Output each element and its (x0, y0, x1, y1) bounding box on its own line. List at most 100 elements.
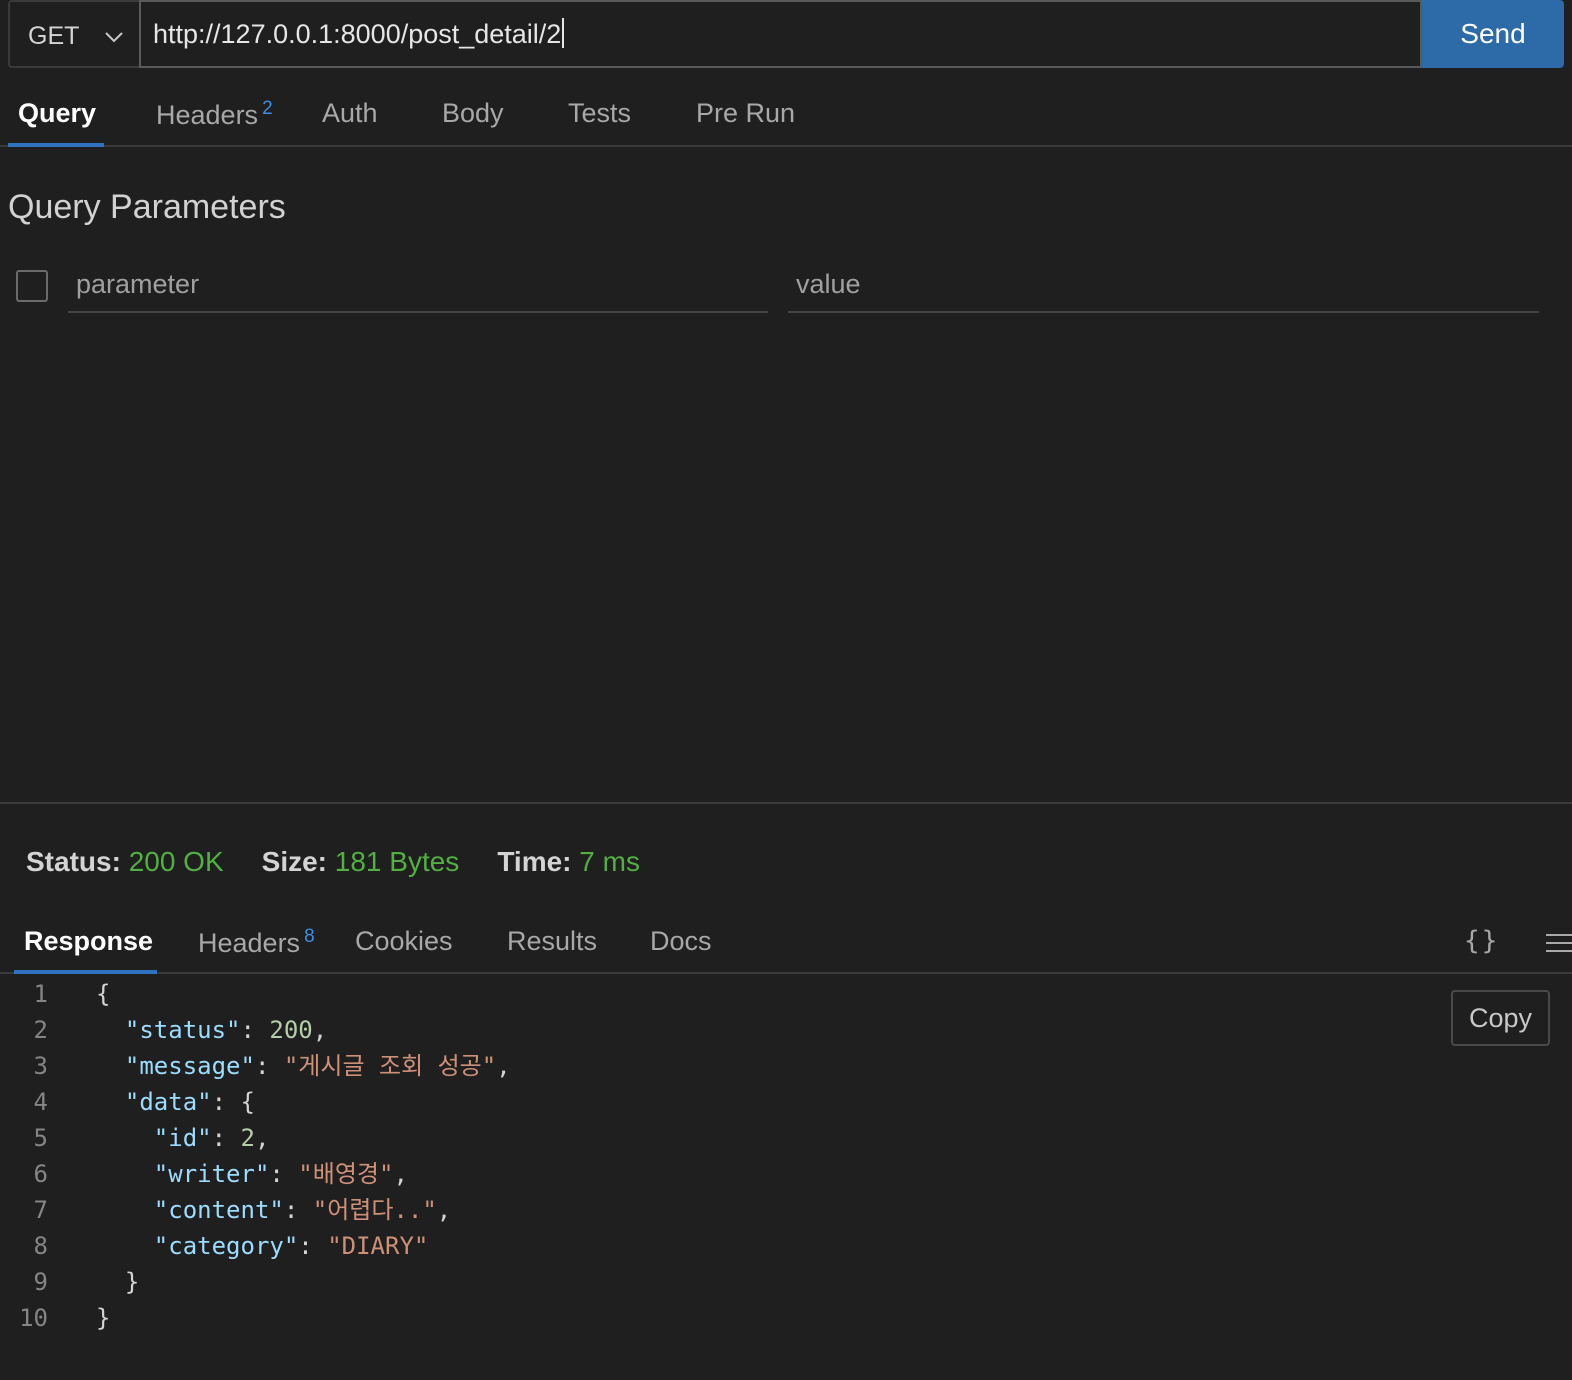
json-punctuation: , (393, 1160, 408, 1188)
tab-docs-label: Docs (650, 926, 712, 956)
tab-headers[interactable]: Headers 2 (156, 98, 273, 131)
json-number: 200 (269, 1016, 313, 1044)
tab-body[interactable]: Body (442, 98, 504, 129)
tab-pre-run-label: Pre Run (696, 98, 796, 128)
code-line: 7 "content": "어렵다..", (0, 1192, 1440, 1228)
code-line: 6 "writer": "배영경", (0, 1156, 1440, 1192)
line-number: 7 (33, 1196, 48, 1224)
menu-lines-icon[interactable] (1544, 932, 1572, 954)
line-number: 10 (19, 1304, 48, 1332)
tab-query-label: Query (18, 98, 97, 128)
json-punctuation: : (211, 1124, 241, 1152)
tab-pre-run[interactable]: Pre Run (696, 98, 795, 129)
tab-response[interactable]: Response (24, 926, 153, 957)
json-string: "어렵다.." (312, 1196, 437, 1224)
line-number: 4 (33, 1088, 48, 1116)
json-punctuation (96, 1016, 125, 1044)
json-punctuation: , (496, 1052, 511, 1080)
response-headers-count-badge: 8 (304, 926, 315, 947)
code-text: "writer": "배영경", (96, 1156, 408, 1192)
json-key: "data" (124, 1088, 212, 1116)
tab-tests-label: Tests (568, 98, 632, 128)
code-line: 1{ (0, 976, 1440, 1012)
line-number: 9 (33, 1268, 48, 1296)
line-number: 3 (33, 1052, 48, 1080)
tab-auth-label: Auth (322, 98, 378, 128)
tab-response-headers[interactable]: Headers 8 (198, 926, 315, 959)
copy-button[interactable]: Copy (1451, 990, 1550, 1046)
line-number: 8 (33, 1232, 48, 1260)
tab-auth[interactable]: Auth (322, 98, 378, 129)
json-key: "status" (124, 1016, 241, 1044)
response-body-editor[interactable]: 1{2 "status": 200, 3 "message": "게시글 조회 성… (0, 976, 1440, 1336)
json-number: 2 (240, 1124, 255, 1152)
braces-icon[interactable]: {} (1464, 926, 1499, 956)
code-text: "data": { (96, 1084, 255, 1120)
api-client-window: GET http://127.0.0.1:8000/post_detail/2 … (0, 0, 1572, 1380)
code-text: { (96, 976, 110, 1012)
tab-cookies-label: Cookies (355, 926, 453, 956)
json-string: "배영경" (298, 1160, 394, 1188)
param-enable-checkbox[interactable] (16, 270, 48, 302)
active-tab-indicator (8, 143, 104, 147)
line-number: 6 (33, 1160, 48, 1188)
code-line: 3 "message": "게시글 조회 성공", (0, 1048, 1440, 1084)
line-number: 5 (33, 1124, 48, 1152)
time-value: 7 ms (579, 846, 640, 877)
value-input[interactable] (788, 258, 1539, 311)
parameter-field (68, 258, 768, 313)
json-punctuation (96, 1052, 125, 1080)
method-label: GET (28, 22, 80, 50)
method-select[interactable]: GET (8, 0, 139, 68)
tab-tests[interactable]: Tests (568, 98, 631, 129)
chevron-down-icon (105, 32, 123, 43)
json-punctuation: : { (211, 1088, 255, 1116)
json-punctuation: , (312, 1016, 328, 1044)
code-line: 5 "id": 2, (0, 1120, 1440, 1156)
size-value: 181 Bytes (334, 846, 460, 877)
code-text: "message": "게시글 조회 성공", (96, 1048, 511, 1084)
json-punctuation (96, 1088, 125, 1116)
json-punctuation: , (254, 1124, 270, 1152)
code-text: "status": 200, (96, 1012, 327, 1048)
request-bar: GET http://127.0.0.1:8000/post_detail/2 … (8, 0, 1564, 68)
json-punctuation: : (240, 1016, 270, 1044)
size-label: Size: (261, 846, 327, 877)
parameter-input[interactable] (68, 258, 768, 311)
code-text: } (96, 1300, 110, 1336)
time-label: Time: (497, 846, 572, 877)
json-punctuation: : (283, 1196, 313, 1224)
url-text: http://127.0.0.1:8000/post_detail/2 (153, 19, 562, 49)
json-key: "writer" (153, 1160, 270, 1188)
code-text: "content": "어렵다..", (96, 1192, 451, 1228)
json-punctuation (96, 1124, 154, 1152)
json-key: "message" (124, 1052, 255, 1080)
json-punctuation (96, 1196, 154, 1224)
json-string: "DIARY" (327, 1232, 429, 1260)
panel-divider[interactable] (0, 802, 1572, 804)
json-key: "content" (153, 1196, 284, 1224)
json-punctuation (96, 1232, 154, 1260)
tab-docs[interactable]: Docs (650, 926, 712, 957)
code-text: "category": "DIARY" (96, 1228, 429, 1264)
json-key: "id" (153, 1124, 212, 1152)
code-line: 10} (0, 1300, 1440, 1336)
code-text: } (96, 1264, 139, 1300)
code-line: 4 "data": { (0, 1084, 1440, 1120)
tab-results[interactable]: Results (507, 926, 597, 957)
tab-query[interactable]: Query (18, 98, 96, 129)
response-status-line: Status: 200 OK Size: 181 Bytes Time: 7 ms (26, 846, 640, 878)
json-string: "게시글 조회 성공" (283, 1052, 497, 1080)
json-punctuation: } (96, 1268, 140, 1296)
line-number: 1 (33, 980, 48, 1008)
tab-cookies[interactable]: Cookies (355, 926, 453, 957)
tab-response-headers-label: Headers (198, 928, 301, 958)
tab-results-label: Results (507, 926, 598, 956)
url-input[interactable]: http://127.0.0.1:8000/post_detail/2 (139, 0, 1422, 68)
code-line: 8 "category": "DIARY" (0, 1228, 1440, 1264)
text-cursor (562, 18, 565, 48)
send-button[interactable]: Send (1422, 0, 1564, 68)
json-punctuation (96, 1160, 154, 1188)
json-punctuation: { (96, 980, 111, 1008)
json-punctuation: } (96, 1304, 111, 1332)
